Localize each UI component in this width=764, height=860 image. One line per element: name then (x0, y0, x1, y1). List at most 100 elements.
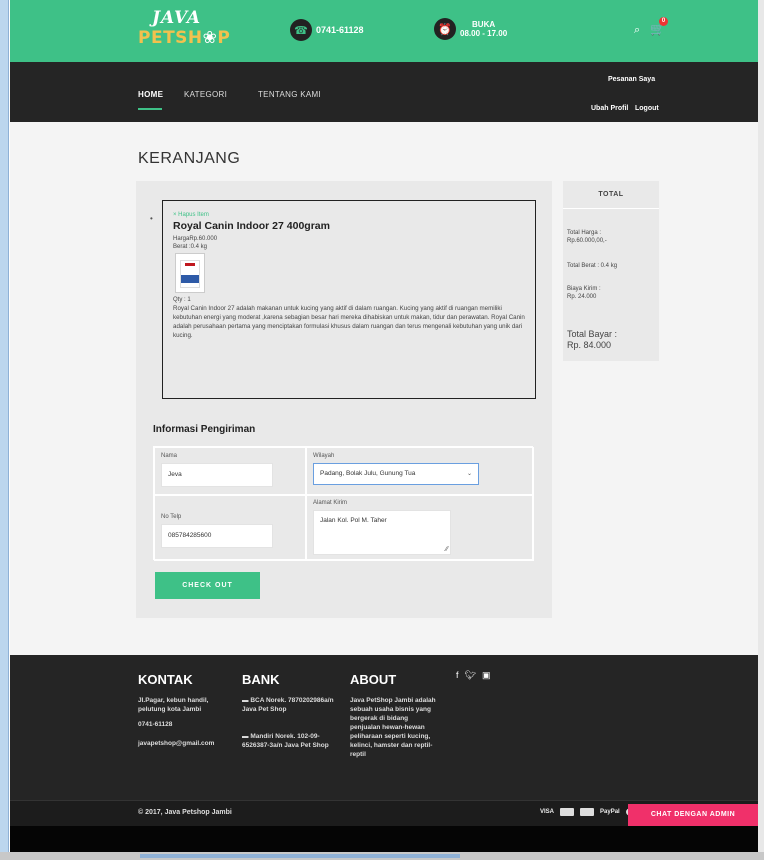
product-package (180, 260, 200, 288)
bank-bca-text: BCA Norek. 7870202986a/n Java Pet Shop (242, 697, 334, 713)
remove-item-link[interactable]: × Hapus Item (173, 212, 525, 218)
phone-info: ☎ 0741-61128 (290, 16, 364, 44)
phone-icon: ☎ (290, 19, 312, 41)
shipping-form: Nama Jeva Wilayah Padang, Bolak Julu, Gu… (153, 446, 534, 561)
total-payment-label: Total Bayar : (567, 329, 618, 339)
address-value: Jalan Kol. Pol M. Taher (320, 517, 387, 524)
orders-link[interactable]: Pesanan Saya (608, 76, 655, 83)
taskbar (0, 852, 764, 860)
about-text: Java PetShop Jambi adalah sebuah usaha b… (350, 697, 436, 758)
hours-text: BUKA 08.00 - 17.00 (460, 20, 507, 38)
phone-number: 0741-61128 (316, 25, 364, 35)
footer: KONTAK Jl.Pagar, kebun handil, pelutung … (10, 655, 758, 800)
nav-active-indicator (138, 108, 162, 110)
window-frame-right (757, 0, 764, 860)
social-links: f🐦︎▣ (456, 670, 496, 681)
list-bullet: • (150, 214, 153, 223)
mastercard-icon (560, 808, 575, 816)
phone-input[interactable]: 085784285600 (161, 524, 273, 548)
logout-link[interactable]: Logout (635, 105, 659, 112)
product-description: Royal Canin Indoor 27 adalah makanan unt… (173, 305, 525, 339)
total-price-label: Total Harga : (567, 230, 602, 236)
product-image (175, 253, 205, 293)
product-name: Royal Canin Indoor 27 400gram (173, 220, 330, 232)
total-price-value: Rp.60.000,00,- (567, 238, 607, 244)
bank-card-icon (580, 808, 595, 816)
contact-phone: 0741-61128 (138, 721, 173, 728)
shipping-title: Informasi Pengiriman (153, 424, 256, 435)
window-frame-left (0, 0, 9, 860)
contact-heading: KONTAK (138, 672, 193, 687)
top-bar: JAVA PETSH❀P ☎ 0741-61128 ⏰ BUKA 08.00 -… (10, 0, 758, 62)
hours-label: BUKA (472, 20, 496, 29)
cart-icon[interactable]: 🛒 0 (650, 17, 668, 36)
brand-mark (185, 263, 195, 266)
contact-address: Jl.Pagar, kebun handil, pelutung kota Ja… (138, 697, 209, 713)
total-weight: Total Berat : 0.4 kg (567, 263, 618, 269)
facebook-icon[interactable]: f (456, 670, 465, 680)
logo-text-bottom-a: PETSH (138, 28, 203, 48)
nav-kategori[interactable]: KATEGORI (184, 90, 227, 99)
cart-item: × Hapus Item Royal Canin Indoor 27 400gr… (162, 200, 536, 399)
address-label: Alamat Kirim (313, 500, 348, 506)
logo-text-bottom-b: P (217, 28, 231, 48)
paw-icon: ❀ (202, 28, 218, 48)
shipping-cost: Biaya Kirim : Rp. 24.000 (563, 285, 601, 301)
name-input[interactable]: Jeva (161, 463, 273, 487)
edit-profile-link[interactable]: Ubah Profil (591, 105, 628, 112)
address-cell: Alamat Kirim Jalan Kol. Pol M. Taher ∕∕ (306, 495, 534, 561)
checkout-button[interactable]: CHECK OUT (155, 572, 260, 599)
bottom-strip (10, 826, 758, 852)
shipping-cost-value: Rp. 24.000 (567, 294, 597, 300)
site-logo[interactable]: JAVA PETSH❀P (138, 8, 288, 54)
instagram-icon[interactable]: ▣ (482, 670, 497, 680)
resize-handle-icon[interactable]: ∕∕ (446, 546, 448, 553)
total-payment: Total Bayar : Rp. 84.000 (567, 329, 617, 351)
nav-home[interactable]: HOME (138, 90, 163, 99)
visa-icon: VISA (540, 809, 555, 815)
hours-value: 08.00 - 17.00 (460, 29, 508, 38)
opening-hours: ⏰ BUKA 08.00 - 17.00 (434, 14, 507, 44)
region-label: Wilayah (313, 453, 335, 459)
product-weight: Berat :0.4 kg (173, 244, 208, 250)
bank-heading: BANK (242, 672, 280, 687)
bank-mandiri: ▬ Mandiri Norek. 102-09-6526387-3a/n Jav… (242, 732, 342, 750)
logo-text-top: JAVA (152, 8, 202, 28)
payment-methods: VISA PayPal (540, 808, 636, 816)
clock-icon: ⏰ (434, 18, 456, 40)
address-textarea[interactable]: Jalan Kol. Pol M. Taher ∕∕ (313, 510, 451, 555)
total-price: Total Harga : Rp.60.000,00,- (563, 229, 607, 245)
region-value: Padang, Bolak Julu, Gunung Tua (320, 470, 416, 477)
name-cell: Nama Jeva (154, 447, 306, 495)
about-heading: ABOUT (350, 672, 397, 687)
search-icon[interactable]: ⌕ (634, 24, 640, 37)
product-price: HargaRp.60.000 (173, 236, 218, 242)
product-qty: Qty : 1 (173, 297, 191, 303)
total-summary: TOTAL Total Harga : Rp.60.000,00,- Total… (563, 181, 659, 361)
taskbar-segment (140, 854, 460, 858)
region-select[interactable]: Padang, Bolak Julu, Gunung Tua ⌄ (313, 463, 479, 485)
total-payment-value: Rp. 84.000 (567, 340, 612, 350)
cart-count-badge: 0 (659, 17, 668, 26)
cart-panel: • × Hapus Item Royal Canin Indoor 27 400… (136, 181, 552, 618)
page: JAVA PETSH❀P ☎ 0741-61128 ⏰ BUKA 08.00 -… (10, 0, 758, 852)
nav-tentang-kami[interactable]: TENTANG KAMI (258, 90, 321, 99)
chevron-down-icon: ⌄ (466, 471, 472, 477)
paypal-icon: PayPal (600, 809, 620, 815)
shipping-cost-label: Biaya Kirim : (567, 286, 601, 292)
bank-mandiri-text: Mandiri Norek. 102-09-6526387-3a/n Java … (242, 733, 329, 749)
phone-label: No Telp (161, 514, 182, 520)
page-title: KERANJANG (138, 150, 241, 167)
chat-admin-button[interactable]: CHAT DENGAN ADMIN (628, 804, 758, 826)
product-meta: HargaRp.60.000 Berat :0.4 kg (173, 235, 525, 251)
package-band (181, 275, 199, 283)
contact-email[interactable]: javapetshop@gmail.com (138, 739, 214, 748)
region-cell: Wilayah Padang, Bolak Julu, Gunung Tua ⌄ (306, 447, 534, 495)
logo-text-bottom: PETSH❀P (138, 28, 230, 48)
twitter-icon[interactable]: 🐦︎ (465, 670, 482, 680)
total-title: TOTAL (563, 181, 659, 209)
phone-cell: No Telp 085784285600 (154, 495, 306, 561)
name-label: Nama (161, 453, 178, 459)
main-nav: HOME KATEGORI TENTANG KAMI Pesanan Saya … (10, 62, 758, 122)
bank-bca: ▬ BCA Norek. 7870202986a/n Java Pet Shop (242, 696, 342, 714)
